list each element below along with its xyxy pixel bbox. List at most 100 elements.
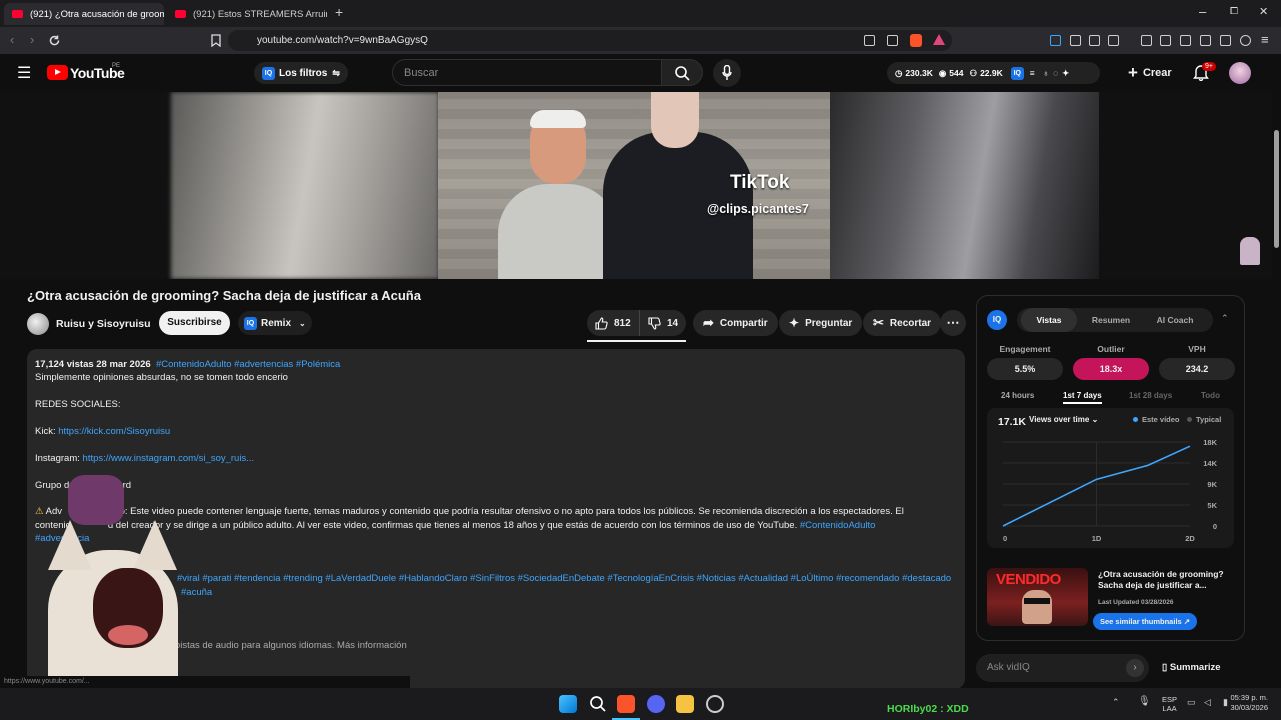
- kick-link[interactable]: https://kick.com/Sisoyruisu: [58, 426, 170, 437]
- close-window-button[interactable]: ✕: [1259, 5, 1268, 18]
- tab-vistas[interactable]: Vistas: [1021, 308, 1077, 332]
- hashtags-block[interactable]: #viral #parati #tendencia #trending #LaV…: [177, 573, 951, 584]
- file-explorer-icon[interactable]: [676, 695, 694, 713]
- subscribe-button[interactable]: Suscribirse: [159, 311, 230, 335]
- search-input[interactable]: Buscar: [392, 59, 662, 86]
- maximize-button[interactable]: ⧠: [1230, 6, 1238, 17]
- download-icon[interactable]: [1141, 35, 1152, 46]
- share-button[interactable]: ➦ Compartir: [693, 310, 778, 336]
- brave-browser-icon[interactable]: [617, 695, 635, 713]
- summarize-button[interactable]: ▯ Summarize: [1162, 662, 1221, 673]
- extensions-puzzle-icon[interactable]: [1089, 35, 1100, 46]
- timeframe-7d[interactable]: 1st 7 days: [1063, 391, 1102, 404]
- clock[interactable]: 05:39 p. m. 30/03/2026: [1230, 693, 1268, 713]
- forward-icon[interactable]: ›: [30, 32, 34, 47]
- brave-rewards-icon[interactable]: [933, 34, 945, 45]
- like-button[interactable]: 812: [587, 310, 640, 336]
- filters-button[interactable]: IQ Los filtros ⇋: [254, 62, 348, 84]
- wallet-icon[interactable]: [1200, 35, 1211, 46]
- avatar[interactable]: [1229, 62, 1251, 84]
- hashtag-link[interactable]: #ContenidoAdulto: [800, 520, 876, 531]
- brave-shields-icon[interactable]: [910, 34, 922, 47]
- microphone-icon: [722, 65, 732, 80]
- share-icon[interactable]: [887, 35, 898, 46]
- tab-current[interactable]: (921) ¿Otra acusación de groomi ✕: [4, 3, 164, 25]
- timeframe-24h[interactable]: 24 hours: [1001, 391, 1034, 400]
- more-actions-button[interactable]: ⋯: [940, 310, 966, 336]
- network-icon[interactable]: ▭: [1187, 697, 1196, 708]
- remix-button[interactable]: IQ Remix ⌄: [238, 311, 312, 335]
- see-similar-thumbnails-button[interactable]: See similar thumbnails ↗: [1093, 613, 1198, 630]
- menu-icon[interactable]: ≡: [1261, 32, 1269, 47]
- description-line: Simplemente opiniones absurdas, no se to…: [35, 372, 288, 384]
- vidiq-stats-bar[interactable]: ◷ 230.3K ◉ 544 ⚇ 22.9K IQ ≡ ♁ ◌ ✦: [887, 62, 1100, 84]
- date: 30/03/2026: [1230, 703, 1268, 712]
- send-arrow-icon[interactable]: ›: [1126, 659, 1144, 677]
- tray-chevron-icon[interactable]: ⌃: [1112, 697, 1120, 708]
- hamburger-menu-icon[interactable]: ☰: [17, 63, 31, 83]
- top-hashtags[interactable]: #ContenidoAdulto #advertencias #Polémica: [156, 359, 340, 370]
- tab-label: (921) Estos STREAMERS Arruinaron U: [193, 8, 327, 20]
- status-url: https://www.youtube.com/...: [0, 676, 410, 688]
- app-icon[interactable]: [706, 695, 724, 713]
- collapse-icon[interactable]: ⌃: [1221, 313, 1229, 324]
- filters-label: Los filtros: [279, 67, 328, 79]
- tab-ai-coach[interactable]: AI Coach: [1143, 308, 1207, 332]
- clip-button[interactable]: ✂ Recortar: [863, 310, 942, 336]
- sidebar-icon[interactable]: [1180, 35, 1191, 46]
- scrollbar-thumb[interactable]: [1274, 130, 1279, 248]
- group-label: Grupo d y discord: [35, 479, 131, 491]
- thumbnail[interactable]: VENDIDO: [987, 568, 1088, 626]
- leo-ai-icon[interactable]: [1220, 35, 1231, 46]
- vpn-icon[interactable]: [1240, 35, 1251, 46]
- channel-name[interactable]: Ruisu y Sisoyruisu: [56, 318, 151, 330]
- dislike-button[interactable]: 14: [640, 310, 678, 336]
- create-label: Crear: [1142, 67, 1172, 79]
- social-header: REDES SOCIALES:: [35, 399, 121, 411]
- reload-icon[interactable]: [48, 34, 61, 47]
- metric-label: Outlier: [1097, 344, 1125, 354]
- instagram-link[interactable]: https://www.instagram.com/si_soy_ruis...: [83, 453, 255, 464]
- timeframe-all[interactable]: Todo: [1201, 391, 1220, 400]
- back-icon[interactable]: ‹: [10, 32, 14, 47]
- bookmark-icon[interactable]: [211, 34, 221, 47]
- url-text: youtube.com/watch?v=9wnBaAGgysQ: [257, 35, 428, 46]
- reader-icon[interactable]: [1070, 35, 1081, 46]
- video-player[interactable]: TikTok @clips.picantes7: [0, 92, 1272, 279]
- search-icon: [675, 66, 690, 81]
- blurred-background-left: [171, 92, 439, 279]
- minimize-button[interactable]: –: [1199, 4, 1206, 19]
- start-icon[interactable]: [559, 695, 577, 713]
- ask-button[interactable]: ✦ Preguntar: [779, 310, 863, 336]
- thumbs-down-icon: [648, 316, 661, 330]
- new-tab-button[interactable]: +: [335, 4, 343, 20]
- battery-icon[interactable]: ▮: [1223, 697, 1228, 708]
- extension-icon[interactable]: [1108, 35, 1119, 46]
- voice-search-button[interactable]: [713, 59, 741, 87]
- discord-icon[interactable]: [647, 695, 665, 713]
- tab-other[interactable]: (921) Estos STREAMERS Arruinaron U: [167, 3, 327, 25]
- vidiq-icon: IQ: [1010, 66, 1024, 80]
- language-indicator[interactable]: ESP LAA: [1162, 695, 1177, 713]
- volume-icon[interactable]: ◁: [1204, 697, 1211, 708]
- youtube-logo-icon[interactable]: [47, 65, 68, 80]
- microphone-icon[interactable]: 🎙: [1138, 696, 1151, 707]
- blurred-background-right: [830, 92, 1099, 279]
- extension-icon[interactable]: [1050, 35, 1061, 46]
- sliders-icon: ⇋: [332, 67, 340, 78]
- ask-vidiq-input[interactable]: Ask vidIQ ›: [976, 654, 1149, 682]
- video-title: ¿Otra acusación de grooming? Sacha deja …: [27, 288, 421, 303]
- instagram-label: Instagram:: [35, 452, 83, 464]
- channel-avatar[interactable]: [27, 313, 49, 335]
- search-button[interactable]: [661, 59, 703, 86]
- search-icon[interactable]: [589, 695, 607, 713]
- screen-icon[interactable]: [864, 35, 875, 46]
- address-field[interactable]: youtube.com/watch?v=9wnBaAGgysQ: [228, 30, 952, 51]
- page-scrollbar[interactable]: [1272, 92, 1281, 688]
- create-button[interactable]: + Crear: [1128, 63, 1172, 83]
- tab-resumen[interactable]: Resumen: [1083, 308, 1139, 332]
- timeframe-28d[interactable]: 1st 28 days: [1129, 391, 1172, 400]
- music-icon[interactable]: [1160, 35, 1171, 46]
- y-tick-label: 0: [1213, 522, 1217, 531]
- x-tick-label: 1D: [1092, 534, 1102, 543]
